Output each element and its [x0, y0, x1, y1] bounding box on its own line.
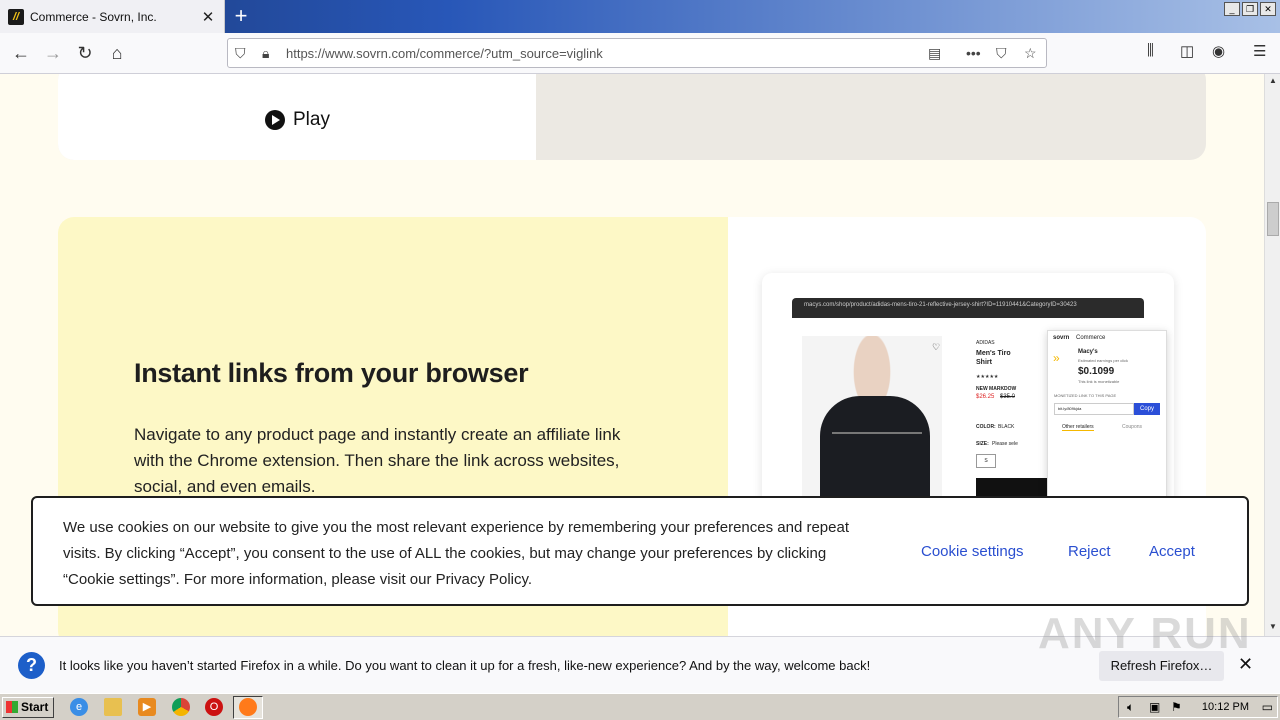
mock-product-line2: Shirt	[976, 359, 992, 366]
pocket-icon[interactable]: ⛉	[996, 45, 1007, 62]
popup-earn-label: Estimated earnings per click	[1078, 358, 1129, 363]
popup-link: bit.ly/809kjda	[1054, 403, 1134, 415]
play-icon	[265, 110, 285, 130]
refresh-firefox-button[interactable]: Refresh Firefox…	[1099, 651, 1224, 681]
start-label: Start	[21, 700, 49, 714]
cookie-accept-link[interactable]: Accept	[1149, 543, 1195, 560]
popup-brand: sovrn	[1053, 335, 1070, 341]
mock-price: $26.25	[976, 394, 995, 400]
popup-tab-other: Other retailers	[1062, 424, 1094, 431]
scroll-thumb[interactable]	[1267, 202, 1279, 236]
tab-close-icon[interactable]: ✕	[198, 8, 218, 26]
start-button[interactable]: Start	[2, 697, 54, 718]
mock-browser-bar: macys.com/shop/product/adidas-mens-tiro-…	[792, 298, 1144, 318]
bookmark-star-icon[interactable]: ☆	[1024, 45, 1037, 62]
new-tab-button[interactable]: +	[228, 4, 254, 30]
chrome-icon[interactable]	[172, 698, 190, 716]
mock-size-s: S	[976, 454, 996, 468]
account-icon[interactable]: ◉	[1212, 42, 1225, 60]
mock-rating-icon: ★★★★★	[976, 374, 999, 380]
close-window-button[interactable]: ✕	[1260, 2, 1276, 16]
cookie-text: We use cookies on our website to give yo…	[63, 519, 849, 588]
tab-strip: // Commerce - Sovrn, Inc. ✕ + _ ❐ ✕	[0, 0, 1280, 33]
extension-screenshot: macys.com/shop/product/adidas-mens-tiro-…	[762, 273, 1174, 513]
system-tray: 🔈︎ ▣ ⚑ 10:12 PM ▭	[1118, 696, 1278, 718]
popup-product: Commerce	[1076, 335, 1106, 341]
play-label: Play	[293, 109, 330, 130]
popup-monetizable: This link is monetizable	[1078, 379, 1120, 384]
firefox-notification-bar: ANY RUN ? It looks like you haven’t star…	[0, 609, 1280, 693]
mock-old-price: $35.0	[1000, 394, 1016, 400]
menu-icon[interactable]: ☰	[1253, 42, 1266, 60]
heart-icon: ♡	[932, 342, 941, 352]
mock-size-hint: Please sele	[992, 441, 1018, 447]
show-desktop-icon[interactable]: ▭	[1262, 700, 1273, 714]
firefox-icon	[239, 698, 257, 716]
cookie-settings-link[interactable]: Cookie settings	[921, 543, 1024, 560]
video-panel: Play	[58, 74, 536, 160]
ie-icon[interactable]: e	[70, 698, 88, 716]
shield-icon[interactable]: ⛉	[235, 45, 246, 62]
mock-product: Men's Tiro	[976, 350, 1011, 357]
cookie-reject-link[interactable]: Reject	[1068, 543, 1111, 560]
vertical-scrollbar[interactable]: ▲ ▼	[1264, 74, 1280, 636]
volume-icon[interactable]: 🔈︎	[1127, 700, 1134, 715]
page-actions-icon[interactable]: •••	[966, 45, 981, 61]
feature-body: Navigate to any product page and instant…	[134, 425, 621, 496]
reload-icon[interactable]: ↻	[72, 41, 98, 65]
page-viewport: Play Instant links from your browser Nav…	[0, 74, 1264, 636]
navigation-bar: ← → ↻ ⌂ ⛉ 🔒︎ https://www.sovrn.com/comme…	[0, 33, 1280, 74]
back-arrow-icon[interactable]: ←	[8, 41, 34, 65]
window-controls: _ ❐ ✕	[1224, 2, 1276, 16]
video-card: Play	[58, 74, 1206, 160]
reader-view-icon[interactable]: ▤	[928, 45, 941, 62]
sidebar-icon[interactable]: ◫	[1180, 42, 1194, 60]
windows-taskbar: Start e ▶ O 🔈︎ ▣ ⚑ 10:12 PM ▭	[0, 693, 1280, 720]
notification-text: It looks like you haven’t started Firefo…	[59, 658, 871, 673]
lock-icon[interactable]: 🔒︎	[262, 45, 269, 62]
mock-color-label: COLOR:	[976, 424, 996, 430]
cookie-banner: We use cookies on our website to give yo…	[31, 496, 1249, 606]
url-text[interactable]: https://www.sovrn.com/commerce/?utm_sour…	[286, 46, 603, 61]
flag-icon[interactable]: ⚑	[1171, 700, 1182, 714]
sovrn-logo-icon: »	[1053, 351, 1060, 365]
windows-flag-icon	[6, 701, 18, 713]
library-icon[interactable]: ⫼	[1147, 42, 1154, 59]
mock-markdown: NEW MARKDOW	[976, 386, 1017, 392]
sovrn-extension-popup: sovrn Commerce » Macy's Estimated earnin…	[1047, 330, 1167, 510]
notification-close-icon[interactable]: ✕	[1238, 654, 1253, 675]
tab-title: Commerce - Sovrn, Inc.	[30, 9, 157, 24]
popup-tab-coupons: Coupons	[1122, 424, 1143, 430]
home-icon[interactable]: ⌂	[104, 41, 130, 65]
minimize-button[interactable]: _	[1224, 2, 1240, 16]
network-icon[interactable]: ▣	[1149, 700, 1160, 714]
explorer-icon[interactable]	[104, 698, 122, 716]
forward-arrow-icon[interactable]: →	[40, 41, 66, 65]
mock-size-label: SIZE:	[976, 441, 989, 447]
popup-link-label: MONETIZED LINK TO THIS PAGE	[1054, 393, 1117, 398]
restore-button[interactable]: ❐	[1242, 2, 1258, 16]
mock-brand: ADIDAS	[976, 340, 995, 346]
sovrn-favicon-icon: //	[8, 8, 24, 25]
shirt-stripe	[832, 432, 922, 434]
feature-title: Instant links from your browser	[134, 358, 529, 388]
url-bar[interactable]: ⛉ 🔒︎ https://www.sovrn.com/commerce/?utm…	[227, 38, 1047, 68]
question-icon: ?	[18, 652, 45, 679]
mock-color-value: BLACK	[998, 424, 1015, 430]
product-image	[802, 336, 942, 513]
popup-store: Macy's	[1078, 349, 1098, 355]
media-player-icon[interactable]: ▶	[138, 698, 156, 716]
popup-earn: $0.1099	[1078, 366, 1115, 377]
opera-icon[interactable]: O	[205, 698, 223, 716]
scroll-up-icon[interactable]: ▲	[1267, 76, 1279, 88]
firefox-taskbar-button[interactable]	[233, 696, 263, 719]
browser-tab[interactable]: // Commerce - Sovrn, Inc. ✕	[0, 0, 225, 33]
mock-url: macys.com/shop/product/adidas-mens-tiro-…	[804, 302, 1077, 308]
popup-copy-button: Copy	[1134, 403, 1160, 415]
clock: 10:12 PM	[1201, 701, 1249, 713]
play-button[interactable]: Play	[265, 109, 330, 131]
mock-product-page: ♡ ADIDAS Men's Tiro Shirt ★★★★★ NEW MARK…	[792, 318, 1167, 513]
scroll-down-icon[interactable]: ▼	[1267, 622, 1279, 634]
